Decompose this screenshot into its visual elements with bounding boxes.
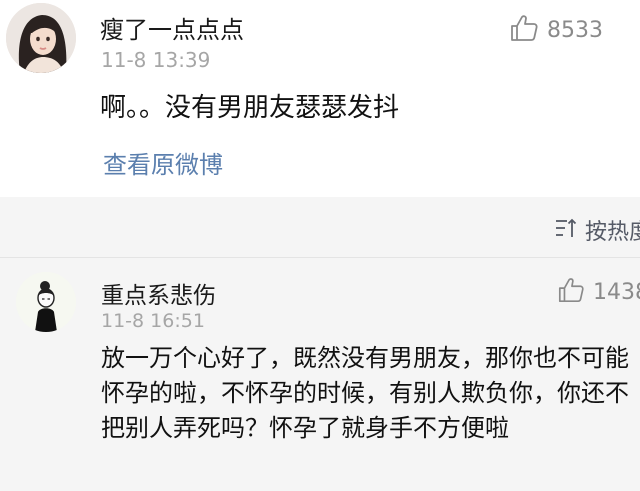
comment-timestamp: 11-8 16:51 <box>101 310 205 332</box>
divider <box>0 257 640 258</box>
comment-timestamp: 11-8 13:39 <box>101 48 211 72</box>
like-button[interactable]: 1438 <box>557 277 640 307</box>
thumbs-up-icon <box>557 276 585 308</box>
sort-label: 按热度 <box>585 220 640 245</box>
like-count: 8533 <box>547 17 603 43</box>
sort-lines-icon <box>555 217 577 243</box>
thumbs-up-icon <box>509 13 539 47</box>
weibo-comment-page: 瘦了一点点点 11-8 13:39 8533 啊。。没有男朋友瑟瑟发抖 查看原微… <box>0 0 640 491</box>
avatar[interactable] <box>6 3 76 73</box>
comment-username[interactable]: 重点系悲伤 <box>101 276 216 310</box>
sort-by-hot-button[interactable]: 按热度 <box>555 214 640 246</box>
like-button[interactable]: 8533 <box>509 15 603 45</box>
like-count: 1438 <box>593 279 640 305</box>
view-original-post-link[interactable]: 查看原微博 <box>103 145 223 180</box>
avatar[interactable] <box>16 272 76 332</box>
avatar-image <box>16 272 76 332</box>
comment-username[interactable]: 瘦了一点点点 <box>100 10 244 45</box>
comment-text: 放一万个心好了，既然没有男朋友，那你也不可能怀孕的啦，不怀孕的时候，有别人欺负你… <box>101 344 629 442</box>
avatar-image <box>6 3 76 73</box>
sort-bar: 按热度 <box>0 197 640 257</box>
comment-item: 瘦了一点点点 11-8 13:39 8533 啊。。没有男朋友瑟瑟发抖 查看原微… <box>0 0 640 197</box>
comment-text: 啊。。没有男朋友瑟瑟发抖 <box>100 93 400 123</box>
